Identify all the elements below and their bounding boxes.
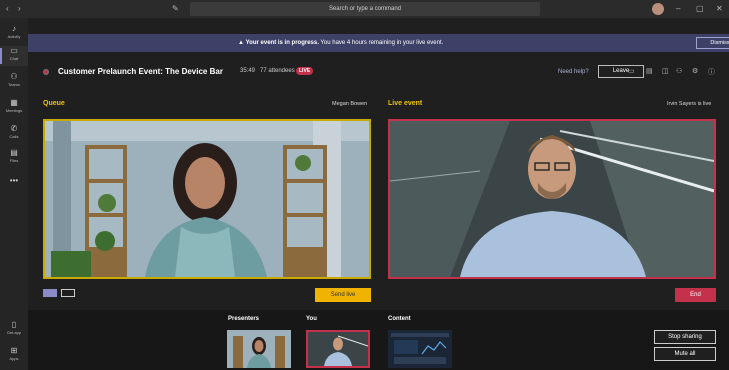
forward-icon[interactable]: ›	[18, 3, 21, 15]
compose-icon[interactable]: ✎	[172, 3, 179, 15]
rail-item-calls[interactable]: ✆ Calls	[0, 124, 28, 139]
you-thumbnail[interactable]	[306, 330, 370, 368]
warning-icon: ▲	[238, 40, 244, 46]
live-badge: LIVE	[296, 67, 314, 75]
event-progress-banner: ▲ Your event is in progress. You have 4 …	[28, 34, 729, 52]
app-rail: ♪ Activity ▭ Chat ⚇ Teams ▦ Meetings ✆ C…	[0, 18, 28, 370]
dismiss-button[interactable]: Dismiss	[696, 37, 729, 49]
stop-sharing-button[interactable]: Stop sharing	[654, 330, 716, 344]
rail-item-label: Meetings	[5, 108, 23, 113]
end-button[interactable]: End	[675, 288, 716, 302]
banner-rest-text: You have 4 hours remaining in your live …	[318, 40, 444, 46]
mute-all-button[interactable]: Mute all	[654, 347, 716, 361]
content-thumbnail[interactable]	[388, 330, 452, 368]
more-apps-button[interactable]: •••	[0, 176, 28, 186]
rail-item-apps[interactable]: ⊞ Apps	[0, 346, 28, 361]
bell-icon: ♪	[12, 24, 16, 33]
rail-item-files[interactable]: ▤ Files	[0, 148, 28, 163]
rail-item-label: Teams	[8, 82, 20, 87]
avatar[interactable]	[652, 3, 664, 15]
live-video-image	[390, 121, 714, 277]
queue-label: Queue	[43, 100, 65, 107]
rail-item-chat[interactable]: ▭ Chat	[0, 46, 28, 66]
live-status: Irvin Sayers is live	[667, 101, 712, 107]
source-strip	[28, 310, 729, 370]
back-icon[interactable]: ‹	[6, 3, 9, 15]
rail-item-label: Get app	[6, 330, 22, 335]
rail-item-activity[interactable]: ♪ Activity	[0, 24, 28, 39]
participants-icon[interactable]: ⚇	[676, 67, 682, 75]
rail-item-label: Chat	[9, 56, 19, 61]
live-event-label: Live event	[388, 100, 423, 107]
rail-item-label: Files	[9, 158, 19, 163]
rail-item-teams[interactable]: ⚇ Teams	[0, 72, 28, 87]
recording-icon	[43, 69, 49, 75]
rail-item-get-app[interactable]: ▯ Get app	[0, 320, 28, 335]
rail-item-label: Activity	[7, 34, 21, 39]
search-input[interactable]: Search or type a command	[190, 2, 540, 16]
send-live-button[interactable]: Send live	[315, 288, 371, 302]
apps-icon: ⊞	[10, 346, 18, 355]
device-icon: ▯	[11, 320, 17, 329]
single-layout-button[interactable]	[43, 289, 57, 297]
queue-video-image	[45, 121, 369, 277]
phone-icon: ✆	[10, 124, 18, 133]
close-icon[interactable]: ✕	[716, 3, 723, 15]
split-layout-button[interactable]	[61, 289, 75, 297]
content-thumbnail-image	[388, 330, 452, 368]
chat-icon: ▭	[10, 46, 18, 55]
presenter-thumbnail-image	[227, 330, 291, 368]
settings-icon[interactable]: ⚙	[692, 67, 698, 75]
you-label: You	[306, 316, 317, 322]
content-label: Content	[388, 316, 411, 322]
maximize-icon[interactable]: ▢	[696, 3, 704, 15]
attendee-count: 77 attendees	[260, 68, 295, 74]
chat-icon[interactable]: ▭	[628, 67, 635, 75]
banner-message: ▲ Your event is in progress. You have 4 …	[238, 34, 443, 52]
rail-item-label: Apps	[9, 356, 19, 361]
qa-icon[interactable]: ◫	[662, 67, 669, 75]
title-bar: ‹ › ✎ Search or type a command – ▢ ✕	[0, 0, 729, 18]
presenter-thumbnail[interactable]	[227, 330, 291, 368]
event-title: Customer Prelaunch Event: The Device Bar	[58, 67, 223, 76]
rail-item-label: Calls	[9, 134, 19, 139]
more-icon: •••	[9, 176, 19, 185]
queue-video-feed[interactable]	[43, 119, 371, 279]
live-video-feed[interactable]	[388, 119, 716, 279]
event-header: Customer Prelaunch Event: The Device Bar…	[28, 58, 729, 84]
calendar-icon: ▦	[10, 98, 18, 107]
need-help-link[interactable]: Need help?	[558, 69, 589, 75]
you-thumbnail-image	[308, 332, 368, 366]
info-icon[interactable]: ⓘ	[708, 67, 715, 77]
rail-item-meetings[interactable]: ▦ Meetings	[0, 98, 28, 113]
leave-button[interactable]: Leave	[598, 65, 644, 78]
event-timer: 35:49	[240, 68, 256, 74]
notes-icon[interactable]: ▤	[646, 67, 653, 75]
queue-presenter-name: Megan Bowen	[332, 101, 368, 107]
banner-bold-text: Your event is in progress.	[245, 40, 319, 46]
minimize-icon[interactable]: –	[676, 3, 680, 15]
file-icon: ▤	[10, 148, 18, 157]
presenters-label: Presenters	[228, 316, 260, 322]
teams-icon: ⚇	[10, 72, 18, 81]
